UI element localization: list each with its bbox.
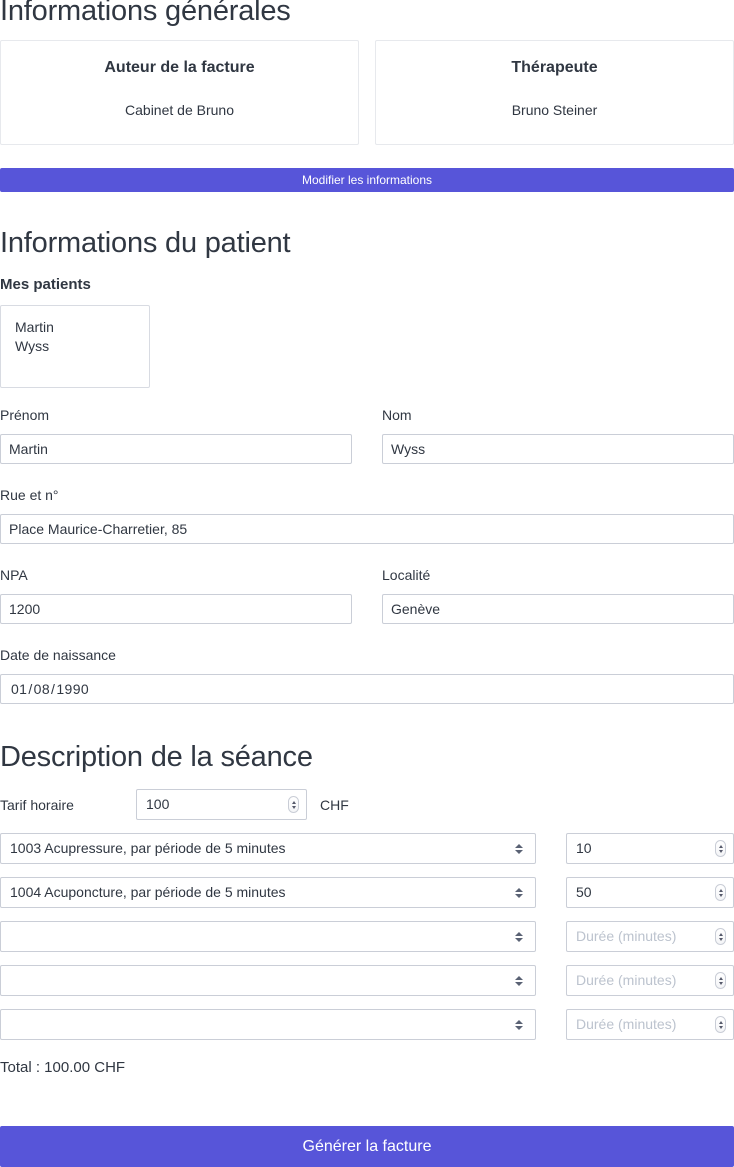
card-invoice-author: Auteur de la facture Cabinet de Bruno — [0, 40, 359, 145]
service-select-4[interactable] — [0, 965, 536, 996]
card-invoice-author-value: Cabinet de Bruno — [11, 101, 348, 119]
lastname-input[interactable]: Wyss — [382, 434, 734, 464]
my-patients-label: Mes patients — [0, 276, 91, 294]
service-select-2[interactable]: 1004 Acuponcture, par période de 5 minut… — [0, 877, 536, 908]
currency-label: CHF — [320, 796, 349, 814]
number-spinner-icon[interactable] — [715, 884, 726, 901]
birthdate-month[interactable]: 08 — [34, 681, 50, 697]
hourly-rate-label: Tarif horaire — [0, 796, 74, 814]
card-therapist-title: Thérapeute — [386, 57, 723, 79]
firstname-label: Prénom — [0, 406, 49, 424]
service-select-3[interactable] — [0, 921, 536, 952]
npa-input[interactable]: 1200 — [0, 594, 352, 624]
page-title-general-information: Informations générales — [0, 0, 291, 28]
number-spinner-icon[interactable] — [715, 1016, 726, 1033]
duration-input-4[interactable]: Durée (minutes) — [566, 965, 734, 996]
chevron-updown-icon — [510, 844, 528, 854]
duration-input-2[interactable]: 50 — [566, 877, 734, 908]
duration-input-4-placeholder: Durée (minutes) — [567, 966, 715, 995]
lastname-label: Nom — [382, 406, 412, 424]
duration-input-1-value: 10 — [567, 834, 715, 863]
duration-input-1[interactable]: 10 — [566, 833, 734, 864]
duration-input-5[interactable]: Durée (minutes) — [566, 1009, 734, 1040]
page-title-patient-information: Informations du patient — [0, 226, 290, 260]
locality-input[interactable]: Genève — [382, 594, 734, 624]
street-input[interactable]: Place Maurice-Charretier, 85 — [0, 514, 734, 544]
number-spinner-icon[interactable] — [715, 928, 726, 945]
service-select-2-value: 1004 Acuponcture, par période de 5 minut… — [1, 878, 510, 907]
duration-input-5-placeholder: Durée (minutes) — [567, 1010, 715, 1039]
chevron-updown-icon — [510, 888, 528, 898]
birthdate-year[interactable]: 1990 — [56, 681, 89, 697]
chevron-updown-icon — [510, 1020, 528, 1030]
list-item[interactable]: Wyss — [1, 337, 149, 356]
page-title-session-description: Description de la séance — [0, 740, 313, 774]
duration-input-3[interactable]: Durée (minutes) — [566, 921, 734, 952]
chevron-updown-icon — [510, 976, 528, 986]
card-therapist-value: Bruno Steiner — [386, 101, 723, 119]
number-spinner-icon[interactable] — [715, 840, 726, 857]
duration-input-2-value: 50 — [567, 878, 715, 907]
general-info-cards: Auteur de la facture Cabinet de Bruno Th… — [0, 40, 734, 145]
edit-information-button[interactable]: Modifier les informations — [0, 168, 734, 192]
birthdate-label: Date de naissance — [0, 646, 116, 664]
card-invoice-author-title: Auteur de la facture — [11, 57, 348, 79]
duration-input-3-placeholder: Durée (minutes) — [567, 922, 715, 951]
locality-label: Localité — [382, 566, 430, 584]
hourly-rate-input[interactable]: 100 — [136, 789, 307, 820]
card-therapist: Thérapeute Bruno Steiner — [375, 40, 734, 145]
service-select-1[interactable]: 1003 Acupressure, par période de 5 minut… — [0, 833, 536, 864]
service-select-5[interactable] — [0, 1009, 536, 1040]
list-item[interactable]: Martin — [1, 318, 149, 337]
total-amount: Total : 100.00 CHF — [0, 1058, 125, 1078]
service-select-1-value: 1003 Acupressure, par période de 5 minut… — [1, 834, 510, 863]
npa-label: NPA — [0, 566, 28, 584]
number-spinner-icon[interactable] — [715, 972, 726, 989]
chevron-updown-icon — [510, 932, 528, 942]
birthdate-day[interactable]: 01 — [11, 681, 27, 697]
hourly-rate-value: 100 — [137, 790, 288, 819]
number-spinner-icon[interactable] — [288, 796, 299, 813]
street-label: Rue et n° — [0, 486, 59, 504]
generate-invoice-button[interactable]: Générer la facture — [0, 1126, 734, 1167]
birthdate-input[interactable]: 01/08/1990 — [0, 674, 734, 704]
my-patients-listbox[interactable]: Martin Wyss — [0, 305, 150, 388]
firstname-input[interactable]: Martin — [0, 434, 352, 464]
